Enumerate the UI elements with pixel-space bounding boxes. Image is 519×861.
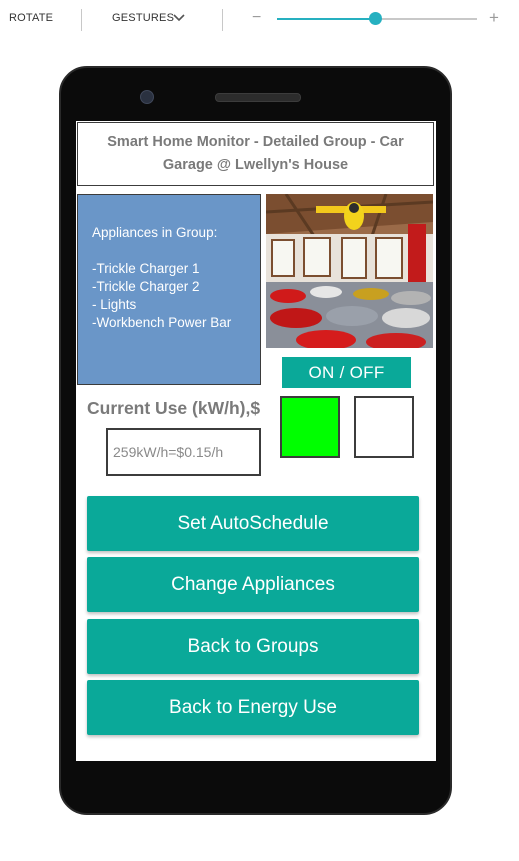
appliance-item: -Trickle Charger 1 [92,261,200,276]
emulator-toolbar: ROTATE GESTURES − + [0,0,519,40]
current-use-field[interactable] [106,428,261,476]
gestures-button[interactable]: GESTURES [112,12,174,24]
appliances-panel: Appliances in Group: -Trickle Charger 1 … [77,194,261,385]
rotate-button[interactable]: ROTATE [9,12,53,24]
on-off-button[interactable]: ON / OFF [282,357,411,388]
current-use-label: Current Use (kW/h),$ [87,398,261,418]
back-to-energy-use-button[interactable]: Back to Energy Use [87,680,419,735]
speaker-grille [215,93,301,102]
appliance-item: - Lights [92,297,137,312]
chevron-down-icon[interactable] [172,11,186,25]
zoom-slider[interactable] [277,12,477,25]
on-indicator[interactable] [280,396,340,458]
zoom-out-button[interactable]: − [252,9,261,27]
appliances-heading: Appliances in Group: [92,225,218,240]
off-indicator[interactable] [354,396,414,458]
camera-icon [140,90,154,104]
back-to-groups-button[interactable]: Back to Groups [87,619,419,674]
zoom-slider-thumb[interactable] [369,12,382,25]
toolbar-divider [81,9,82,31]
zoom-in-button[interactable]: + [489,8,499,28]
toolbar-divider [222,9,223,31]
page-title: Smart Home Monitor - Detailed Group - Ca… [77,122,434,186]
phone-screen: Smart Home Monitor - Detailed Group - Ca… [76,121,436,761]
set-autoschedule-button[interactable]: Set AutoSchedule [87,496,419,551]
garage-photo [266,194,433,348]
appliance-item: -Trickle Charger 2 [92,279,200,294]
appliance-item: -Workbench Power Bar [92,315,232,330]
change-appliances-button[interactable]: Change Appliances [87,557,419,612]
zoom-slider-fill [277,18,375,20]
